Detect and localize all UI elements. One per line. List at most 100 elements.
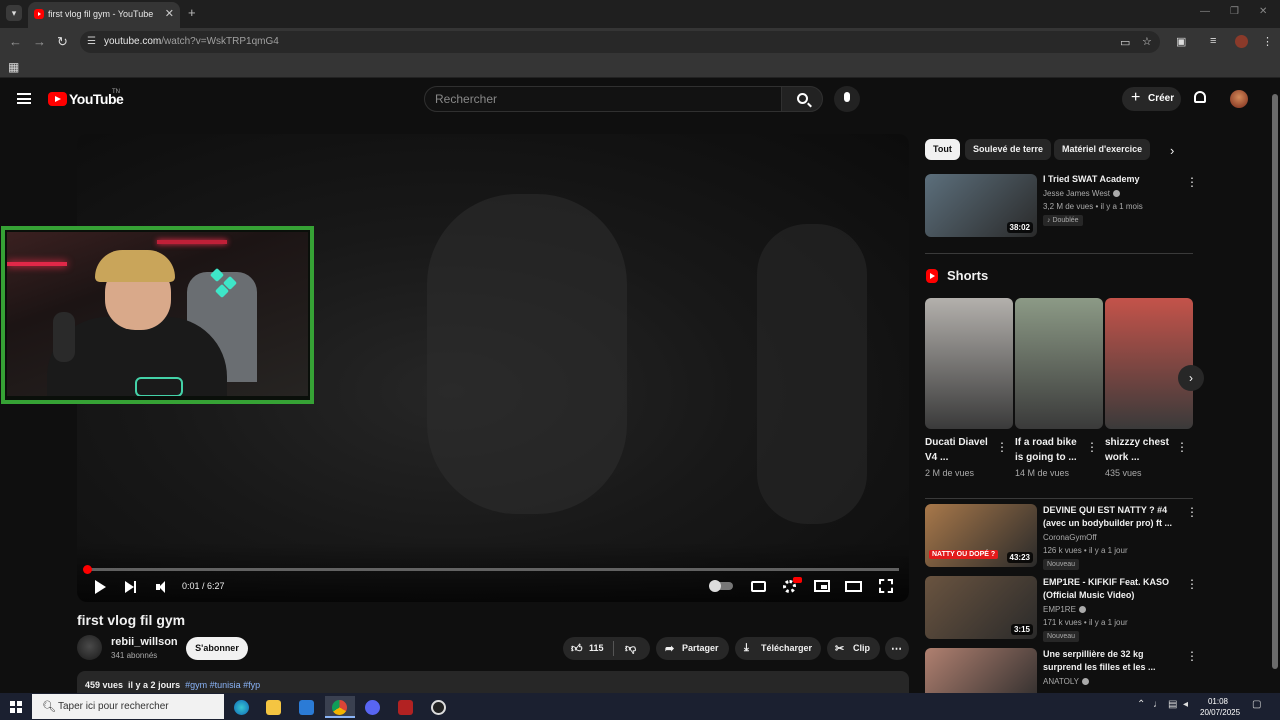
apps-grid-icon[interactable]: ▦ <box>8 60 19 74</box>
address-bar[interactable]: ☰ youtube.com/watch?v=WskTRP1qmG4 ▭ ☆ <box>80 31 1160 53</box>
channel-name[interactable]: rebii_willson <box>111 636 178 648</box>
short-views: 2 M de vues <box>925 468 975 478</box>
share-button[interactable]: ➦ Partager <box>656 637 729 660</box>
store-icon <box>299 700 314 715</box>
related-video-thumbnail[interactable]: 3:15 <box>925 576 1037 639</box>
more-vertical-icon[interactable]: ⋮ <box>1176 440 1188 454</box>
bookmark-star-icon[interactable]: ☆ <box>1142 35 1152 48</box>
chip-deadlift[interactable]: Soulevé de terre <box>965 139 1052 160</box>
taskbar-chrome[interactable] <box>325 696 355 718</box>
theater-mode-icon[interactable] <box>845 581 862 592</box>
hashtags[interactable]: #gym #tunisia #fyp <box>185 680 260 690</box>
fullscreen-icon[interactable] <box>879 579 893 593</box>
related-video-title[interactable]: DEVINE QUI EST NATTY ? #4 (avec un bodyb… <box>1043 504 1173 530</box>
new-tab-icon[interactable]: + <box>188 5 196 20</box>
tray-overflow-icon[interactable]: ⌃ <box>1137 699 1145 710</box>
channel-avatar[interactable] <box>77 635 102 660</box>
chip-exercise-equipment[interactable]: Matériel d'exercice <box>1054 139 1151 160</box>
subscribe-button[interactable]: S'abonner <box>186 637 248 660</box>
url-text[interactable]: youtube.com/watch?v=WskTRP1qmG4 <box>104 36 279 47</box>
reading-list-icon[interactable]: ≡ <box>1210 35 1216 47</box>
taskbar-edge[interactable] <box>227 696 257 718</box>
tab-search-button[interactable]: ▾ <box>6 5 22 21</box>
related-video-channel[interactable]: CoronaGymOff <box>1043 533 1097 542</box>
related-video-channel[interactable]: EMP1RE <box>1043 605 1086 614</box>
related-video-title[interactable]: I Tried SWAT Academy <box>1043 173 1173 186</box>
short-title[interactable]: If a road bike is going to ... <box>1015 435 1083 465</box>
notification-center-icon[interactable]: ▢ <box>1252 699 1261 710</box>
short-thumbnail[interactable] <box>1105 298 1193 429</box>
related-video-channel[interactable]: ANATOLY <box>1043 677 1090 686</box>
related-video-title[interactable]: EMP1RE - KIFKIF Feat. KASO (Official Mus… <box>1043 576 1173 602</box>
more-actions-button[interactable]: ⋯ <box>885 637 909 660</box>
chevron-right-icon[interactable]: › <box>1170 143 1174 158</box>
windows-start-icon[interactable] <box>10 701 22 713</box>
short-title[interactable]: shizzzy chest work ... <box>1105 435 1173 465</box>
search-input[interactable] <box>435 92 765 106</box>
cast-icon[interactable]: ▭ <box>1120 36 1130 49</box>
browser-menu-icon[interactable]: ⋮ <box>1262 35 1273 48</box>
shorts-next-icon[interactable]: › <box>1178 365 1204 391</box>
page-scrollbar[interactable] <box>1270 80 1280 692</box>
guide-menu-icon[interactable] <box>17 93 31 104</box>
reload-icon[interactable]: ↻ <box>57 34 68 50</box>
more-vertical-icon[interactable]: ⋮ <box>996 440 1008 454</box>
next-video-icon[interactable] <box>125 581 136 593</box>
taskbar-search[interactable]: 🔍︎ Taper ici pour rechercher <box>32 694 224 719</box>
recording-icon <box>431 700 446 715</box>
more-vertical-icon[interactable]: ⋮ <box>1186 577 1198 591</box>
download-button[interactable]: ⤓ Télécharger <box>735 637 821 660</box>
youtube-logo-icon[interactable] <box>48 92 67 106</box>
more-vertical-icon[interactable]: ⋮ <box>1086 440 1098 454</box>
site-info-icon[interactable]: ☰ <box>87 36 96 47</box>
taskbar-store[interactable] <box>292 696 322 718</box>
related-video-thumbnail[interactable]: NATTY OU DOPÉ ? 43:23 <box>925 504 1037 567</box>
short-thumbnail[interactable] <box>925 298 1013 429</box>
more-vertical-icon[interactable]: ⋮ <box>1186 175 1198 189</box>
clip-button[interactable]: ✂ Clip <box>827 637 880 660</box>
scrollbar-thumb[interactable] <box>1272 94 1278 669</box>
volume-icon[interactable] <box>156 580 170 594</box>
more-vertical-icon[interactable]: ⋮ <box>1186 649 1198 663</box>
short-title[interactable]: Ducati Diavel V4 ... <box>925 435 993 465</box>
taskbar-file-explorer[interactable] <box>259 696 289 718</box>
related-video-title[interactable]: Une serpillière de 32 kg surprend les fi… <box>1043 648 1173 674</box>
taskbar-obs[interactable] <box>424 696 454 718</box>
taskbar-clock[interactable]: 01:08 20/07/2025 <box>1200 696 1240 718</box>
related-video-channel[interactable]: Jesse James West <box>1043 189 1120 198</box>
tab-close-icon[interactable]: ✕ <box>165 7 174 20</box>
account-avatar[interactable] <box>1230 90 1248 108</box>
search-button[interactable] <box>781 86 823 112</box>
miniplayer-icon[interactable] <box>814 580 830 592</box>
taskbar-voicemeeter[interactable] <box>391 696 421 718</box>
play-icon[interactable] <box>95 580 106 594</box>
minimize-icon[interactable]: — <box>1200 6 1210 17</box>
more-vertical-icon[interactable]: ⋮ <box>1186 505 1198 519</box>
browser-tab-active[interactable]: first vlog fil gym - YouTube ✕ <box>28 2 180 28</box>
autoplay-toggle[interactable] <box>709 580 733 592</box>
tray-mic-icon[interactable]: ♩ <box>1153 699 1163 710</box>
voice-search-button[interactable] <box>834 86 860 112</box>
forward-icon[interactable]: → <box>33 34 46 49</box>
browser-profile-avatar[interactable] <box>1235 35 1248 48</box>
description-stats: 459 vues il y a 2 jours #gym #tunisia #f… <box>85 680 260 690</box>
back-icon[interactable]: ← <box>9 34 22 49</box>
thumbs-up-icon[interactable]: 👍︎ <box>571 642 583 655</box>
progress-bar[interactable] <box>87 568 899 571</box>
thumbs-down-icon[interactable]: 👎︎ <box>625 642 636 655</box>
short-thumbnail[interactable] <box>1015 298 1103 429</box>
create-button[interactable]: + Créer <box>1122 87 1181 111</box>
related-video-thumbnail[interactable]: 38:02 <box>925 174 1037 237</box>
taskbar-discord[interactable] <box>358 696 388 718</box>
tray-network-icon[interactable]: ▤ <box>1168 699 1177 710</box>
subtitles-icon[interactable] <box>751 581 766 592</box>
tray-volume-icon[interactable]: ◂ <box>1183 699 1188 710</box>
chip-all[interactable]: Tout <box>925 139 960 160</box>
extensions-icon[interactable]: ▣ <box>1176 35 1186 48</box>
maximize-icon[interactable]: ❐ <box>1230 6 1239 17</box>
related-video-thumbnail[interactable] <box>925 648 1037 693</box>
like-count[interactable]: 115 <box>589 643 604 653</box>
notifications-bell-icon[interactable] <box>1194 91 1206 103</box>
window-close-icon[interactable]: ✕ <box>1259 6 1267 17</box>
scrubber-handle[interactable] <box>83 565 92 574</box>
